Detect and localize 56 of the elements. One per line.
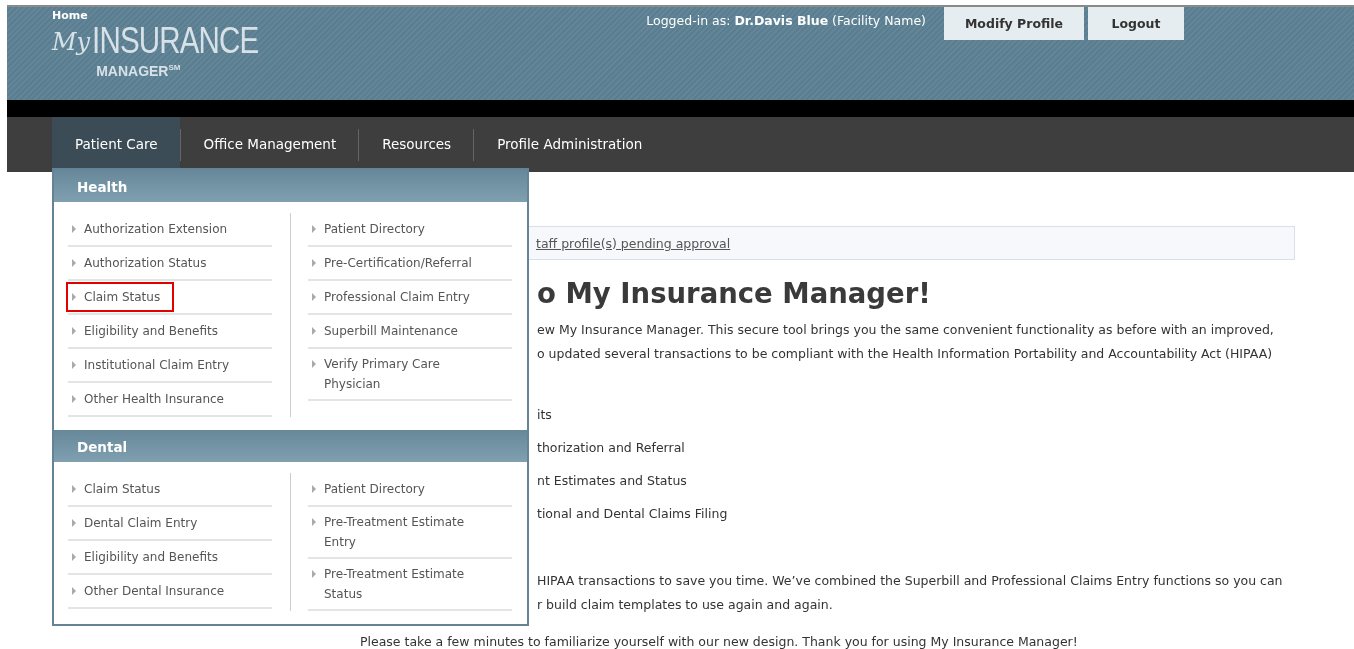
pending-approval-link[interactable]: taff profile(s) pending approval [536, 235, 731, 251]
menu-item[interactable]: Superbill Maintenance [306, 316, 472, 346]
home-link[interactable]: Home [52, 9, 88, 22]
intro-text: ew My Insurance Manager. This secure tool brings you the same convenient functionality as before with an improved, [537, 321, 1275, 339]
triangle-icon [312, 518, 316, 526]
feature-item: tional and Dental Claims Filing [537, 505, 729, 523]
menu-item[interactable]: Professional Claim Entry [306, 282, 484, 312]
triangle-icon [312, 327, 316, 335]
menu-item[interactable]: Eligibility and Benefits [66, 316, 232, 346]
menu-item[interactable]: Claim Status [66, 474, 175, 504]
menu-item[interactable]: Verify Primary Care Physician [306, 349, 512, 399]
nav-tab[interactable]: Profile Administration [474, 117, 665, 172]
menu-item[interactable]: Pre-Treatment Estimate Status [306, 559, 479, 609]
menu-item[interactable]: Pre-Certification/Referral [306, 248, 486, 278]
menu-item[interactable]: Institutional Claim Entry [66, 350, 244, 380]
menu-item[interactable]: Authorization Extension [66, 214, 242, 244]
header-button[interactable]: Logout [1088, 7, 1184, 40]
triangle-icon [72, 361, 76, 369]
intro-text: o updated several transactions to be compliant with the Health Information Portability and Accountability Act (HIPAA) [537, 345, 1274, 363]
feature-item: thorization and Referral [537, 439, 686, 457]
triangle-icon [312, 360, 316, 368]
menu-item[interactable]: Claim Status [66, 282, 175, 312]
triangle-icon [312, 225, 316, 233]
triangle-icon [72, 259, 76, 267]
menu-item[interactable]: Patient Directory [306, 474, 439, 504]
feature-item: its [537, 406, 553, 424]
menu-item[interactable]: Pre-Treatment Estimate Entry [306, 507, 479, 557]
feature-item: nt Estimates and Status [537, 472, 688, 490]
body-text: HIPAA transactions to save you time. We’ve combined the Superbill and Professional Claims Entry functions so you can [537, 572, 1284, 590]
triangle-icon [72, 485, 76, 493]
triangle-icon [312, 259, 316, 267]
triangle-icon [72, 327, 76, 335]
menu-item[interactable]: Dental Claim Entry [66, 508, 212, 538]
nav-tab[interactable]: Resources [359, 117, 474, 172]
section-header: Health [54, 170, 527, 202]
menu-item[interactable]: Eligibility and Benefits [66, 542, 232, 572]
menu-item[interactable]: Authorization Status [66, 248, 221, 278]
triangle-icon [72, 293, 76, 301]
section-header: Dental [54, 430, 527, 462]
menu-item[interactable]: Other Dental Insurance [66, 576, 239, 606]
closing-text: Please take a few minutes to familiarize yourself with our new design. Thank you for using My Insurance Manager! [360, 634, 1079, 649]
triangle-icon [72, 553, 76, 561]
triangle-icon [72, 225, 76, 233]
triangle-icon [312, 293, 316, 301]
menu-item[interactable]: Other Health Insurance [66, 384, 238, 414]
triangle-icon [72, 395, 76, 403]
menu-item[interactable]: Patient Directory [306, 214, 439, 244]
header-button[interactable]: Modify Profile [944, 7, 1084, 40]
triangle-icon [72, 587, 76, 595]
body-text: r build claim templates to use again and again. [537, 596, 834, 614]
triangle-icon [312, 485, 316, 493]
triangle-icon [312, 570, 316, 578]
login-status: Logged-in as: Dr.Davis Blue (Facility Name) [646, 13, 926, 28]
nav-tab[interactable]: Office Management [180, 117, 359, 172]
page-heading: o My Insurance Manager! [537, 276, 932, 310]
triangle-icon [72, 519, 76, 527]
